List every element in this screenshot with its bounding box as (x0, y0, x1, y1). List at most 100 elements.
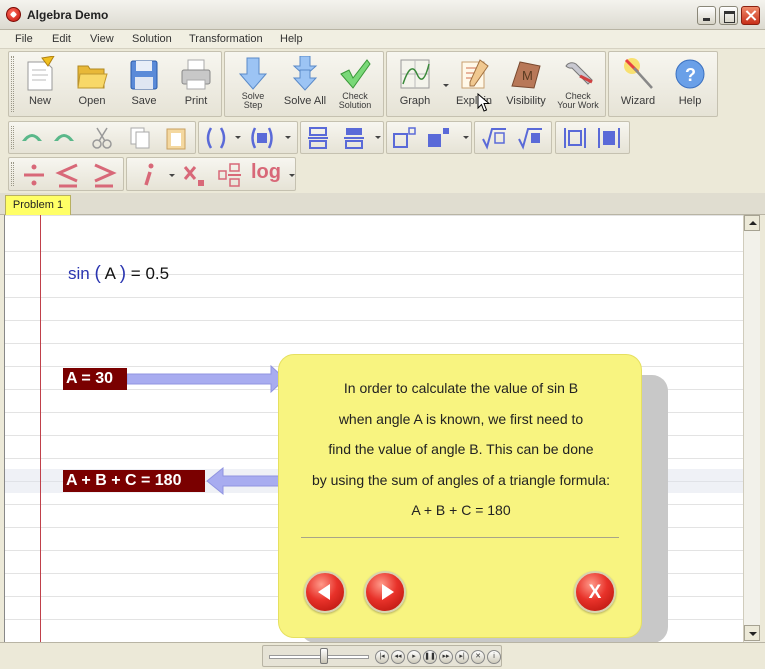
info-button[interactable]: i (487, 650, 501, 664)
close-window-button[interactable] (741, 6, 760, 25)
mouse-cursor-icon (477, 93, 491, 112)
fraction-layout-group (300, 121, 384, 154)
equation-open-paren: ( (94, 263, 101, 284)
toolbar-grip[interactable] (11, 126, 14, 149)
scroll-thumb[interactable] (745, 233, 759, 623)
scroll-up-button[interactable] (744, 215, 760, 231)
solve-step-button[interactable]: Solve Step (228, 54, 278, 116)
explanation-line-1: In order to calculate the value of sin B (343, 380, 579, 396)
check-your-work-button[interactable]: Check Your Work (553, 54, 603, 116)
stack-layout-icon[interactable] (305, 125, 331, 151)
save-button[interactable]: Save (119, 54, 169, 116)
previous-button[interactable] (304, 571, 346, 613)
app-icon (6, 7, 21, 22)
graph-button[interactable]: Graph (390, 54, 440, 116)
title-bar[interactable]: Algebra Demo (0, 0, 765, 30)
arrow-left-icon (318, 584, 330, 600)
power-filled-icon[interactable] (425, 125, 451, 151)
greater-equal-icon[interactable] (91, 162, 117, 188)
label-angle-sum[interactable]: A + B + C = 180 (63, 470, 205, 492)
forward-button[interactable]: ▸▸ (439, 650, 453, 664)
tab-problem-1[interactable]: Problem 1 (5, 195, 71, 215)
solve-all-button[interactable]: Solve All (280, 54, 330, 116)
menu-view[interactable]: View (90, 33, 114, 45)
paste-clipboard-icon[interactable] (163, 125, 189, 151)
explain-notepad-icon (461, 59, 489, 89)
forward-icon: ▸▸ (442, 653, 450, 660)
explanation-popup: In order to calculate the value of sin B… (278, 354, 642, 638)
check-solution-button[interactable]: Check Solution (330, 54, 380, 116)
less-equal-icon[interactable] (55, 162, 81, 188)
menu-transformation[interactable]: Transformation (189, 33, 263, 45)
parentheses-dropdown-icon[interactable] (235, 136, 241, 139)
new-button[interactable]: New (15, 54, 65, 116)
printer-icon (181, 59, 211, 90)
subscript-icon[interactable] (181, 162, 207, 188)
mixed-fraction-icon[interactable] (217, 162, 243, 188)
arrow-left-from-popup (206, 467, 284, 496)
rewind-button[interactable]: ◂◂ (391, 650, 405, 664)
root-filled-icon[interactable] (517, 125, 543, 151)
toolbar-grip[interactable] (11, 162, 14, 186)
functions-toolbar-group: log (126, 157, 296, 191)
power-box-icon[interactable] (391, 125, 417, 151)
absolute-box-icon[interactable] (562, 125, 588, 151)
explanation-line-4: by using the sum of angles of a triangle… (311, 471, 611, 488)
menu-file[interactable]: File (15, 33, 33, 45)
fraction-icon[interactable] (341, 125, 367, 151)
stop-icon: ✕ (475, 653, 481, 660)
menu-solution[interactable]: Solution (132, 33, 172, 45)
redo-icon[interactable] (51, 125, 77, 151)
root-icon[interactable] (481, 125, 507, 151)
rewind-icon: ◂◂ (394, 653, 402, 660)
bracket-dropdown-icon[interactable] (285, 136, 291, 139)
menu-help[interactable]: Help (280, 33, 303, 45)
equation-sin[interactable]: sin ( A ) = 0.5 (68, 263, 169, 285)
fraction-dropdown-icon[interactable] (375, 136, 381, 139)
pause-button[interactable]: ❚❚ (423, 650, 437, 664)
open-button[interactable]: Open (67, 54, 117, 116)
next-button[interactable] (364, 571, 406, 613)
italic-dropdown-icon[interactable] (169, 174, 175, 177)
stop-button[interactable]: ✕ (471, 650, 485, 664)
tools-toolbar-group: Graph Explain M Visibility Check Your Wo… (386, 51, 606, 117)
last-step-icon: ▸| (459, 653, 465, 660)
minimize-button[interactable] (697, 6, 716, 25)
first-step-button[interactable]: |◂ (375, 650, 389, 664)
explain-button[interactable]: Explain (449, 54, 499, 116)
graph-label: Graph (399, 95, 431, 107)
divide-icon[interactable] (21, 162, 47, 188)
menu-edit[interactable]: Edit (52, 33, 71, 45)
scroll-down-button[interactable] (744, 625, 760, 641)
print-label: Print (184, 95, 208, 107)
playback-slider-track[interactable] (269, 655, 369, 659)
visibility-button[interactable]: M Visibility (501, 54, 551, 116)
print-button[interactable]: Print (171, 54, 221, 116)
equation-close-paren: ) (119, 263, 127, 284)
cut-scissors-icon[interactable] (89, 125, 115, 151)
copy-icon[interactable] (127, 125, 153, 151)
help-button[interactable]: ? Help (665, 54, 715, 116)
italic-i-icon[interactable] (135, 162, 161, 188)
info-icon: i (493, 653, 495, 660)
close-popup-button[interactable]: X (574, 571, 616, 613)
new-document-icon (27, 56, 55, 91)
label-angle-a[interactable]: A = 30 (63, 368, 127, 390)
power-dropdown-icon[interactable] (463, 136, 469, 139)
wizard-wand-icon (624, 58, 653, 89)
scroll-down-icon (749, 632, 757, 636)
vertical-scrollbar[interactable] (743, 215, 760, 642)
playback-slider-thumb[interactable] (320, 648, 328, 664)
maximize-button[interactable] (719, 6, 738, 25)
worksheet[interactable]: sin ( A ) = 0.5 A = 30 A + B + C = 180 I… (4, 215, 743, 642)
absolute-filled-icon[interactable] (596, 125, 622, 151)
undo-icon[interactable] (19, 125, 45, 151)
log-dropdown-icon[interactable] (289, 174, 295, 177)
parentheses-icon[interactable] (203, 125, 229, 151)
wizard-button[interactable]: Wizard (613, 54, 663, 116)
play-button[interactable]: ▸ (407, 650, 421, 664)
log-button[interactable]: log (251, 161, 281, 184)
folder-open-icon (77, 65, 108, 89)
last-step-button[interactable]: ▸| (455, 650, 469, 664)
bracket-box-icon[interactable] (249, 125, 275, 151)
